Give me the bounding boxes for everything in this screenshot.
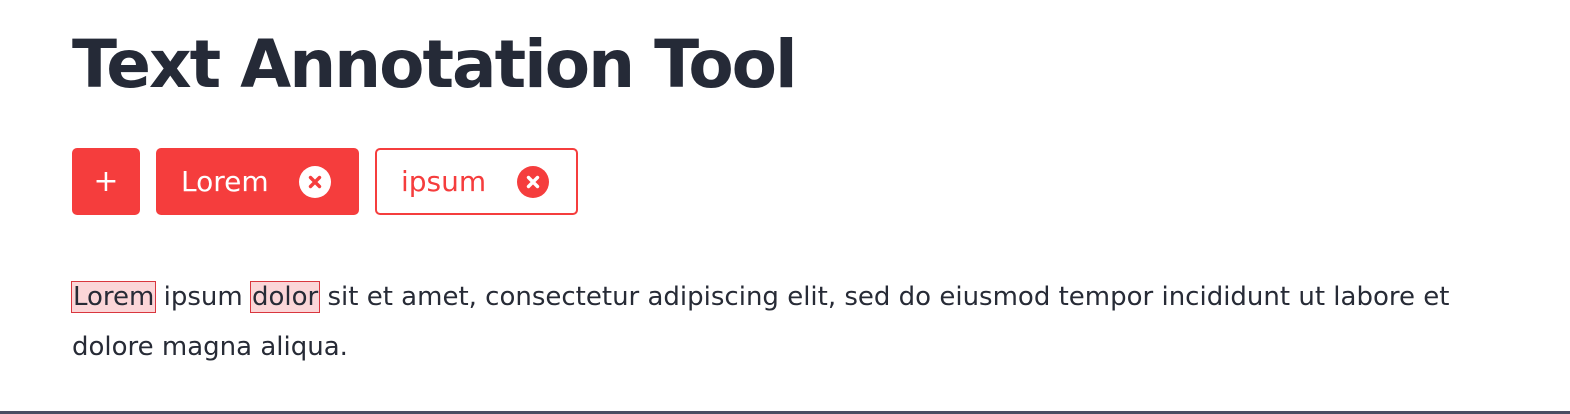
- close-circle-icon[interactable]: [516, 165, 550, 199]
- annotation-page: Text Annotation Tool + Lorem ipsum Lorem…: [70, 0, 1570, 414]
- annotation-highlight[interactable]: Lorem: [70, 281, 157, 313]
- text-segment: ipsum: [155, 282, 251, 312]
- tag-chip-ipsum[interactable]: ipsum: [375, 148, 578, 215]
- tag-toolbar: + Lorem ipsum: [72, 148, 578, 215]
- add-tag-button[interactable]: +: [72, 148, 140, 215]
- plus-icon: +: [93, 164, 119, 199]
- annotatable-text[interactable]: Lorem ipsum dolor sit et amet, consectet…: [70, 272, 1492, 372]
- tag-chip-label: Lorem: [181, 165, 269, 198]
- tag-chip-lorem[interactable]: Lorem: [156, 148, 359, 215]
- tag-chip-label: ipsum: [401, 165, 487, 198]
- annotation-highlight[interactable]: dolor: [249, 281, 321, 313]
- close-circle-icon[interactable]: [298, 165, 332, 199]
- page-title: Text Annotation Tool: [72, 26, 798, 103]
